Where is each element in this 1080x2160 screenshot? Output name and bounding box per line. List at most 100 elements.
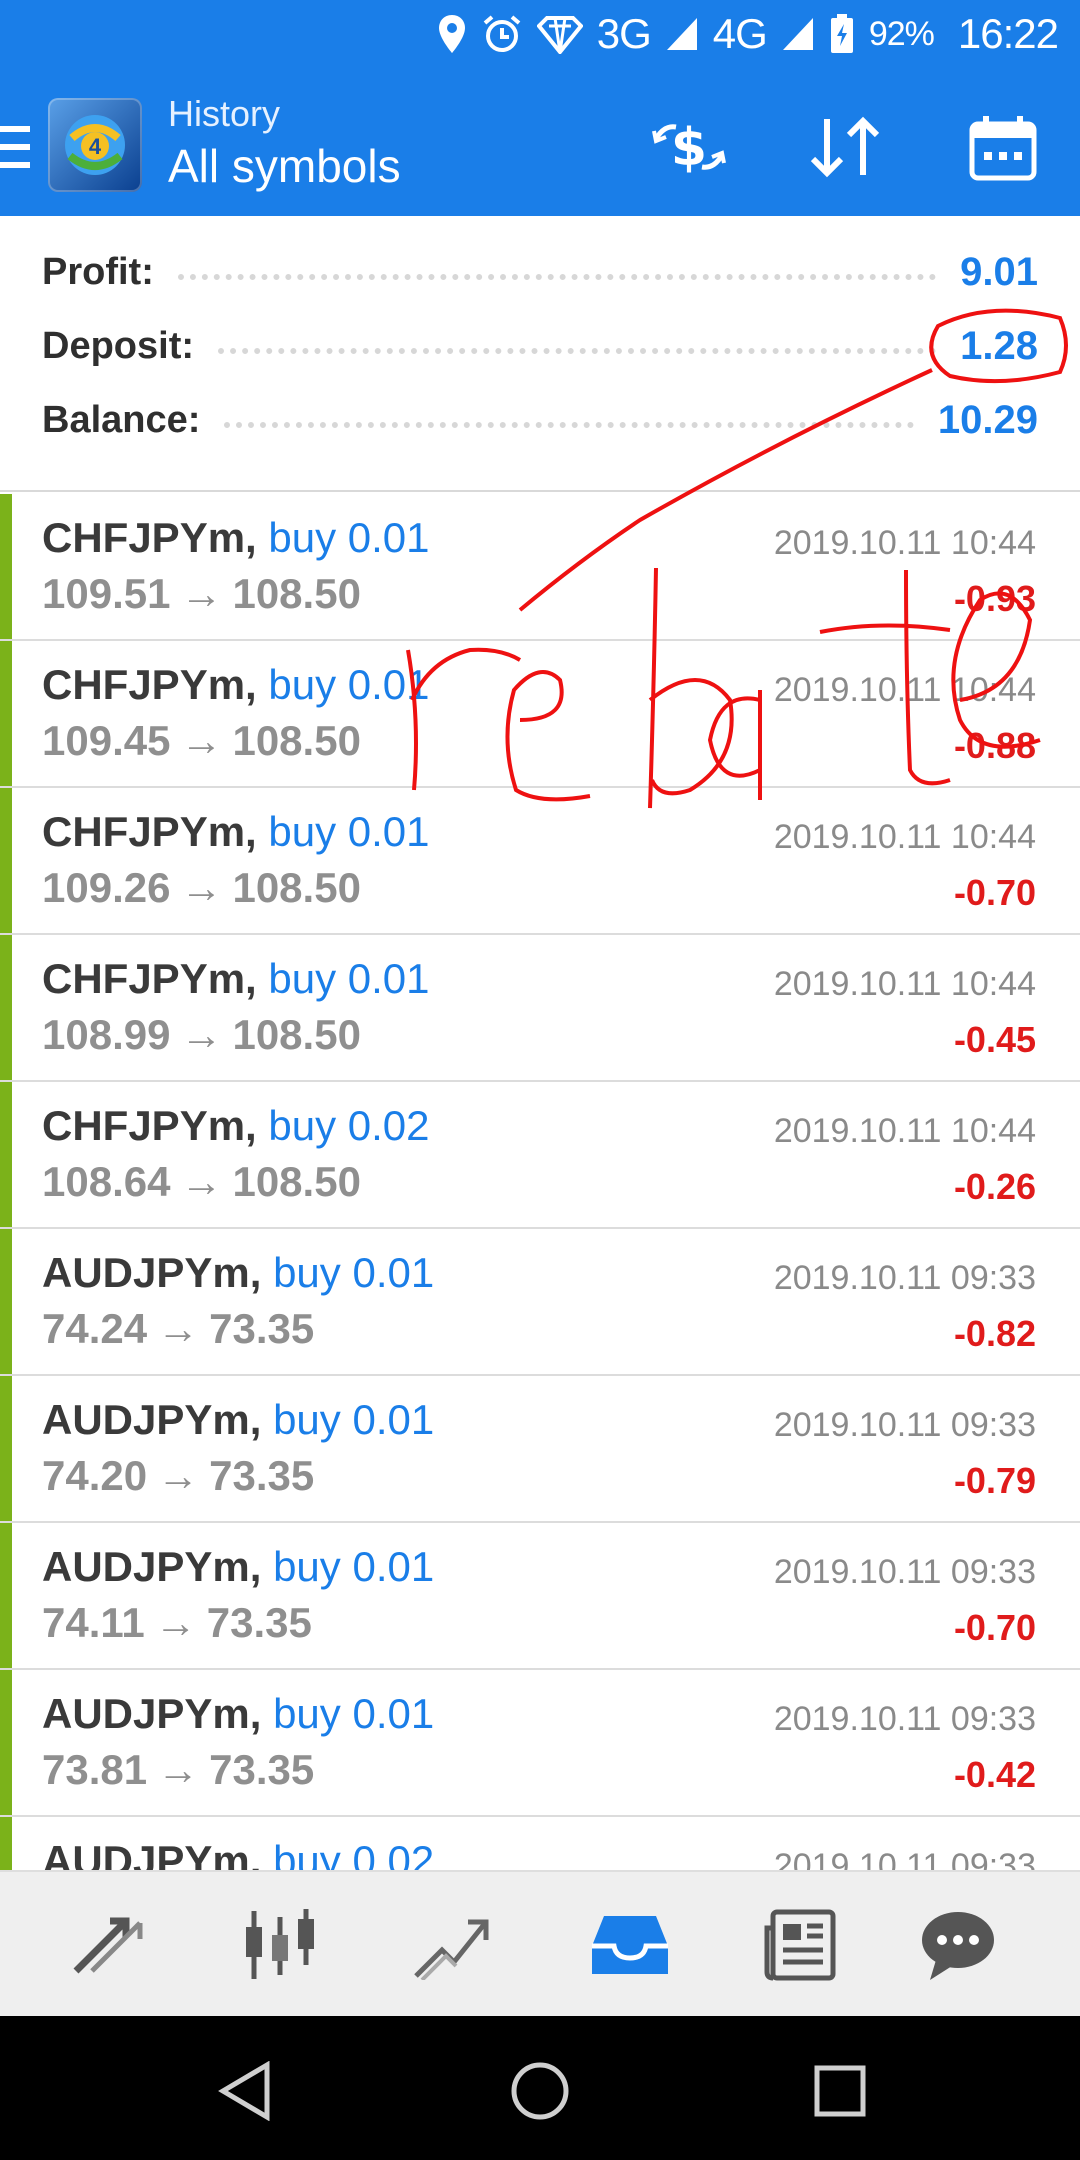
deal-profit: -0.42: [953, 1754, 1036, 1795]
quotes-icon[interactable]: [62, 1900, 158, 1990]
deal-row[interactable]: CHFJPYm, buy 0.01 108.99 → 108.50 2019.10.…: [0, 935, 1080, 1082]
account-summary: Profit: 9.01 Deposit: 1.28 Balance: 10.2…: [0, 216, 1080, 492]
deal-row[interactable]: CHFJPYm, buy 0.01 109.45 → 108.50 2019.10.…: [0, 641, 1080, 788]
currency-filter-icon[interactable]: $: [644, 102, 734, 192]
deal-time: 2019.10.11 10:44: [773, 965, 1036, 1003]
close-price: 73.35: [206, 1599, 312, 1646]
deal-time: 2019.10.11 09:33: [773, 1259, 1036, 1297]
network-3g-label: 3G: [596, 10, 652, 57]
close-price: 108.50: [232, 570, 361, 617]
buy-indicator: [0, 1376, 12, 1521]
back-icon[interactable]: [210, 2056, 280, 2126]
deal-row[interactable]: CHFJPYm, buy 0.01 109.26 → 108.50 2019.10.…: [0, 788, 1080, 935]
close-price: 73.35: [209, 1746, 315, 1793]
home-icon[interactable]: [505, 2056, 575, 2126]
balance-row: Balance: 10.29: [42, 390, 1038, 450]
location-icon: [437, 13, 467, 55]
deal-profit: -0.82: [953, 1313, 1036, 1354]
top-bar: 3G 4G 92% 16:22 4 History All symbols $: [0, 0, 1080, 216]
open-price: 108.64: [42, 1158, 171, 1205]
deal-time: 2019.10.11 09:33: [773, 1553, 1036, 1591]
balance-label: Balance:: [42, 398, 201, 441]
dotted-leader: [218, 348, 937, 354]
deal-symbol: AUDJPYm,: [42, 1543, 262, 1590]
close-price: 108.50: [232, 1158, 361, 1205]
arrow-icon: →: [157, 1746, 200, 1793]
network-4g-label: 4G: [712, 10, 768, 57]
deal-symbol: AUDJPYm,: [42, 1837, 262, 1870]
app-logo[interactable]: 4: [48, 98, 142, 192]
profit-row: Profit: 9.01: [42, 242, 1038, 302]
recents-icon[interactable]: [805, 2056, 875, 2126]
deal-symbol: CHFJPYm,: [42, 514, 257, 561]
sort-icon[interactable]: [800, 102, 890, 192]
arrow-icon: →: [180, 1011, 223, 1058]
svg-text:4: 4: [89, 134, 102, 159]
news-icon[interactable]: [752, 1900, 848, 1990]
close-price: 73.35: [209, 1452, 315, 1499]
chat-icon[interactable]: [910, 1900, 1006, 1990]
deal-row[interactable]: AUDJPYm, buy 0.01 73.81 → 73.35 2019.10.11…: [0, 1670, 1080, 1817]
deal-time: 2019.10.11 09:33: [773, 1847, 1036, 1870]
open-price: 108.99: [42, 1011, 171, 1058]
buy-indicator: [0, 494, 12, 639]
open-price: 74.20: [42, 1452, 148, 1499]
status-bar: 3G 4G 92% 16:22: [0, 0, 1080, 76]
trade-icon[interactable]: [404, 1900, 500, 1990]
signal-3g-icon: [665, 16, 699, 52]
arrow-icon: →: [180, 864, 223, 911]
deal-profit: -0.93: [953, 578, 1036, 619]
buy-indicator: [0, 1229, 12, 1374]
deal-row[interactable]: CHFJPYm, buy 0.01 109.51 → 108.50 2019.10.…: [0, 494, 1080, 641]
profit-label: Profit:: [42, 250, 154, 293]
deal-list[interactable]: CHFJPYm, buy 0.01 109.51 → 108.50 2019.10.…: [0, 494, 1080, 1870]
arrow-icon: →: [157, 1305, 200, 1352]
signal-4g-icon: [781, 16, 815, 52]
deal-type: buy 0.01: [268, 955, 430, 1002]
deal-row[interactable]: AUDJPYm, buy 0.01 74.20 → 73.35 2019.10.11…: [0, 1376, 1080, 1523]
close-price: 108.50: [232, 1011, 361, 1058]
buy-indicator: [0, 935, 12, 1080]
hotspot-icon: [536, 14, 583, 54]
deal-type: buy 0.02: [273, 1837, 435, 1870]
deal-profit: -0.88: [953, 725, 1036, 766]
title-group: History All symbols: [168, 92, 401, 196]
arrow-icon: →: [157, 1452, 200, 1499]
deal-row[interactable]: CHFJPYm, buy 0.02 108.64 → 108.50 2019.10.…: [0, 1082, 1080, 1229]
dotted-leader: [224, 422, 914, 428]
deal-symbol: AUDJPYm,: [42, 1690, 262, 1737]
open-price: 74.24: [42, 1305, 148, 1352]
open-price: 73.81: [42, 1746, 148, 1793]
arrow-icon: →: [154, 1599, 197, 1646]
deal-symbol: AUDJPYm,: [42, 1396, 262, 1443]
deal-row[interactable]: AUDJPYm, buy 0.01 74.11 → 73.35 2019.10.11…: [0, 1523, 1080, 1670]
buy-indicator: [0, 1670, 12, 1815]
profit-value: 9.01: [960, 249, 1038, 294]
deal-row[interactable]: AUDJPYm, buy 0.01 74.24 → 73.35 2019.10.11…: [0, 1229, 1080, 1376]
deposit-label: Deposit:: [42, 324, 194, 367]
battery-charging-icon: [829, 13, 855, 55]
menu-icon[interactable]: [0, 126, 30, 168]
deal-type: buy 0.01: [268, 808, 430, 855]
arrow-icon: →: [180, 570, 223, 617]
deal-row[interactable]: AUDJPYm, buy 0.02 2019.10.11 09:33: [0, 1817, 1080, 1870]
deal-time: 2019.10.11 09:33: [773, 1406, 1036, 1444]
deal-time: 2019.10.11 10:44: [773, 818, 1036, 856]
calendar-icon[interactable]: [958, 102, 1048, 192]
deposit-value: 1.28: [960, 323, 1038, 368]
dotted-leader: [177, 274, 937, 280]
deal-time: 2019.10.11 10:44: [773, 1112, 1036, 1150]
open-price: 109.26: [42, 864, 171, 911]
deal-time: 2019.10.11 10:44: [773, 524, 1036, 562]
open-price: 109.45: [42, 717, 171, 764]
chart-icon[interactable]: [232, 1900, 328, 1990]
buy-indicator: [0, 1817, 12, 1870]
buy-indicator: [0, 1082, 12, 1227]
bottom-tab-bar: [0, 1870, 1080, 2016]
deal-type: buy 0.01: [268, 514, 430, 561]
open-price: 74.11: [42, 1599, 145, 1646]
page-title[interactable]: All symbols: [168, 136, 401, 196]
deal-symbol: CHFJPYm,: [42, 661, 257, 708]
history-icon[interactable]: [582, 1900, 678, 1990]
deal-profit: -0.26: [953, 1166, 1036, 1207]
